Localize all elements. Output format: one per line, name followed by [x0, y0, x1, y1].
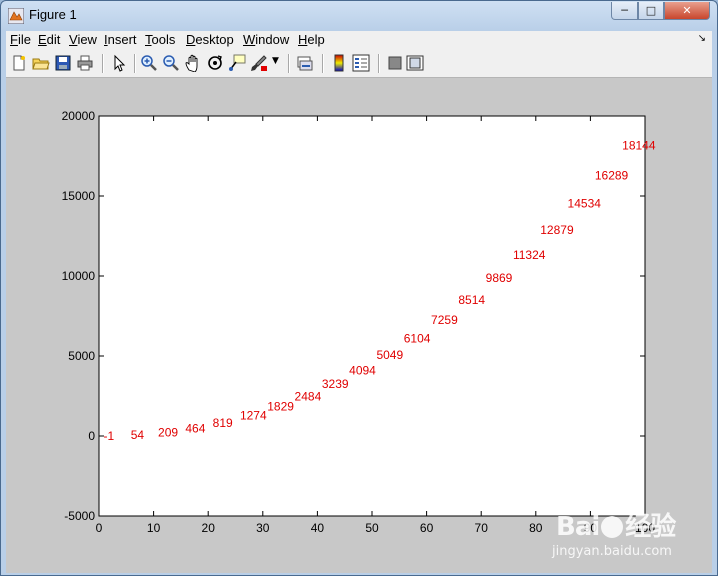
data-point-label: 16289: [595, 168, 629, 182]
legend-icon[interactable]: [352, 54, 370, 72]
watermark-brand: Bai: [556, 512, 600, 542]
y-tick-label: 20000: [62, 109, 96, 123]
title-bar[interactable]: Figure 1 ─ □ ✕: [1, 1, 717, 29]
menu-view[interactable]: View: [69, 32, 97, 47]
x-tick-label: 20: [202, 521, 216, 535]
data-point-label: 12879: [540, 223, 574, 237]
brush-dropdown-icon[interactable]: ▼: [272, 56, 279, 66]
paw-icon: [601, 516, 624, 538]
watermark-brand-suffix: 经验: [625, 512, 676, 542]
data-point-label: 14534: [568, 196, 602, 210]
maximize-button[interactable]: □: [638, 2, 664, 20]
data-point-label: 4094: [349, 363, 376, 377]
data-point-label: 18144: [622, 139, 656, 153]
menu-window[interactable]: Window: [243, 32, 289, 47]
x-tick-label: 10: [147, 521, 161, 535]
menu-desktop[interactable]: Desktop: [186, 32, 234, 47]
y-tick-label: -5000: [64, 509, 95, 523]
menu-help[interactable]: Help: [298, 32, 325, 47]
watermark-url: jingyan.baidu.com: [552, 544, 672, 559]
x-tick-label: 40: [311, 521, 325, 535]
colorbar-icon[interactable]: [330, 54, 348, 72]
zoom-in-icon[interactable]: [140, 54, 158, 72]
data-point-label: 54: [131, 428, 145, 442]
x-tick-label: 30: [256, 521, 270, 535]
show-plot-tools-icon[interactable]: [406, 54, 424, 72]
plot-svg: 0 10 20 30 40 50 60 70 80 90 100 -5000050001000015…: [62, 109, 656, 535]
maximize-icon: □: [645, 4, 657, 17]
rotate-3d-icon[interactable]: [206, 54, 224, 72]
dock-arrow-icon[interactable]: ↘: [698, 33, 706, 44]
menu-insert[interactable]: Insert: [104, 32, 137, 47]
data-point-label: 819: [213, 416, 233, 430]
figure-canvas: 0 10 20 30 40 50 60 70 80 90 100 -5000 0 5000 10000 15…: [6, 78, 712, 573]
menu-bar: File Edit View Insert Tools Desktop Wind…: [6, 31, 712, 50]
toolbar-separator: [322, 54, 324, 73]
edit-plot-arrow-icon[interactable]: [110, 54, 128, 72]
x-tick-label: 80: [529, 521, 543, 535]
data-point-label: 2484: [295, 389, 322, 403]
hide-plot-tools-icon[interactable]: [386, 54, 404, 72]
y-tick-label: 0: [88, 429, 95, 443]
data-point-label: 5049: [376, 348, 403, 362]
brush-icon[interactable]: [250, 54, 268, 72]
print-icon[interactable]: [76, 54, 94, 72]
axes-background[interactable]: [98, 115, 646, 517]
toolbar-separator: [134, 54, 136, 73]
close-icon: ✕: [682, 4, 692, 17]
data-point-label: 6104: [404, 331, 431, 345]
data-point-label: 3239: [322, 377, 349, 391]
data-point-label: 1274: [240, 409, 267, 423]
toolbar-separator: [378, 54, 380, 73]
matlab-figure-icon: [8, 8, 24, 24]
figure-window: Figure 1 ─ □ ✕ File Edit View Insert Too…: [0, 0, 718, 576]
y-tick-label: 15000: [62, 189, 96, 203]
new-figure-icon[interactable]: [10, 54, 28, 72]
save-icon[interactable]: [54, 54, 72, 72]
toolbar-separator: [102, 54, 104, 73]
minimize-button[interactable]: ─: [611, 2, 638, 20]
data-point-label: 464: [185, 422, 205, 436]
x-tick-label: 0: [96, 521, 103, 535]
menu-tools[interactable]: Tools: [145, 32, 175, 47]
x-tick-label: 50: [365, 521, 379, 535]
open-file-icon[interactable]: [32, 54, 50, 72]
y-tick-label: 10000: [62, 269, 96, 283]
y-tick-label: 5000: [68, 349, 95, 363]
data-point-label: 1829: [267, 400, 294, 414]
baidu-watermark-logo: Bai 经验: [556, 506, 676, 543]
pan-hand-icon[interactable]: [184, 54, 202, 72]
data-point-label: 11324: [513, 248, 546, 262]
data-cursor-icon[interactable]: [228, 54, 246, 72]
data-point-label: -1: [103, 429, 114, 443]
minimize-icon: ─: [621, 4, 628, 17]
zoom-out-icon[interactable]: [162, 54, 180, 72]
x-tick-label: 60: [420, 521, 434, 535]
data-point-label: 209: [158, 426, 178, 440]
x-tick-label: 70: [475, 521, 489, 535]
link-plot-icon[interactable]: [296, 54, 314, 72]
window-title: Figure 1: [29, 7, 77, 22]
y-tick-labels: -5000 0 5000 10000 15000 20000: [62, 109, 96, 523]
figure-toolbar: ▼: [6, 50, 712, 78]
menu-edit[interactable]: Edit: [38, 32, 60, 47]
toolbar-separator: [288, 54, 290, 73]
menu-file[interactable]: File: [10, 32, 31, 47]
data-point-label: 7259: [431, 313, 458, 327]
close-button[interactable]: ✕: [664, 2, 710, 20]
data-point-label: 8514: [458, 293, 485, 307]
data-point-label: 9869: [486, 271, 513, 285]
